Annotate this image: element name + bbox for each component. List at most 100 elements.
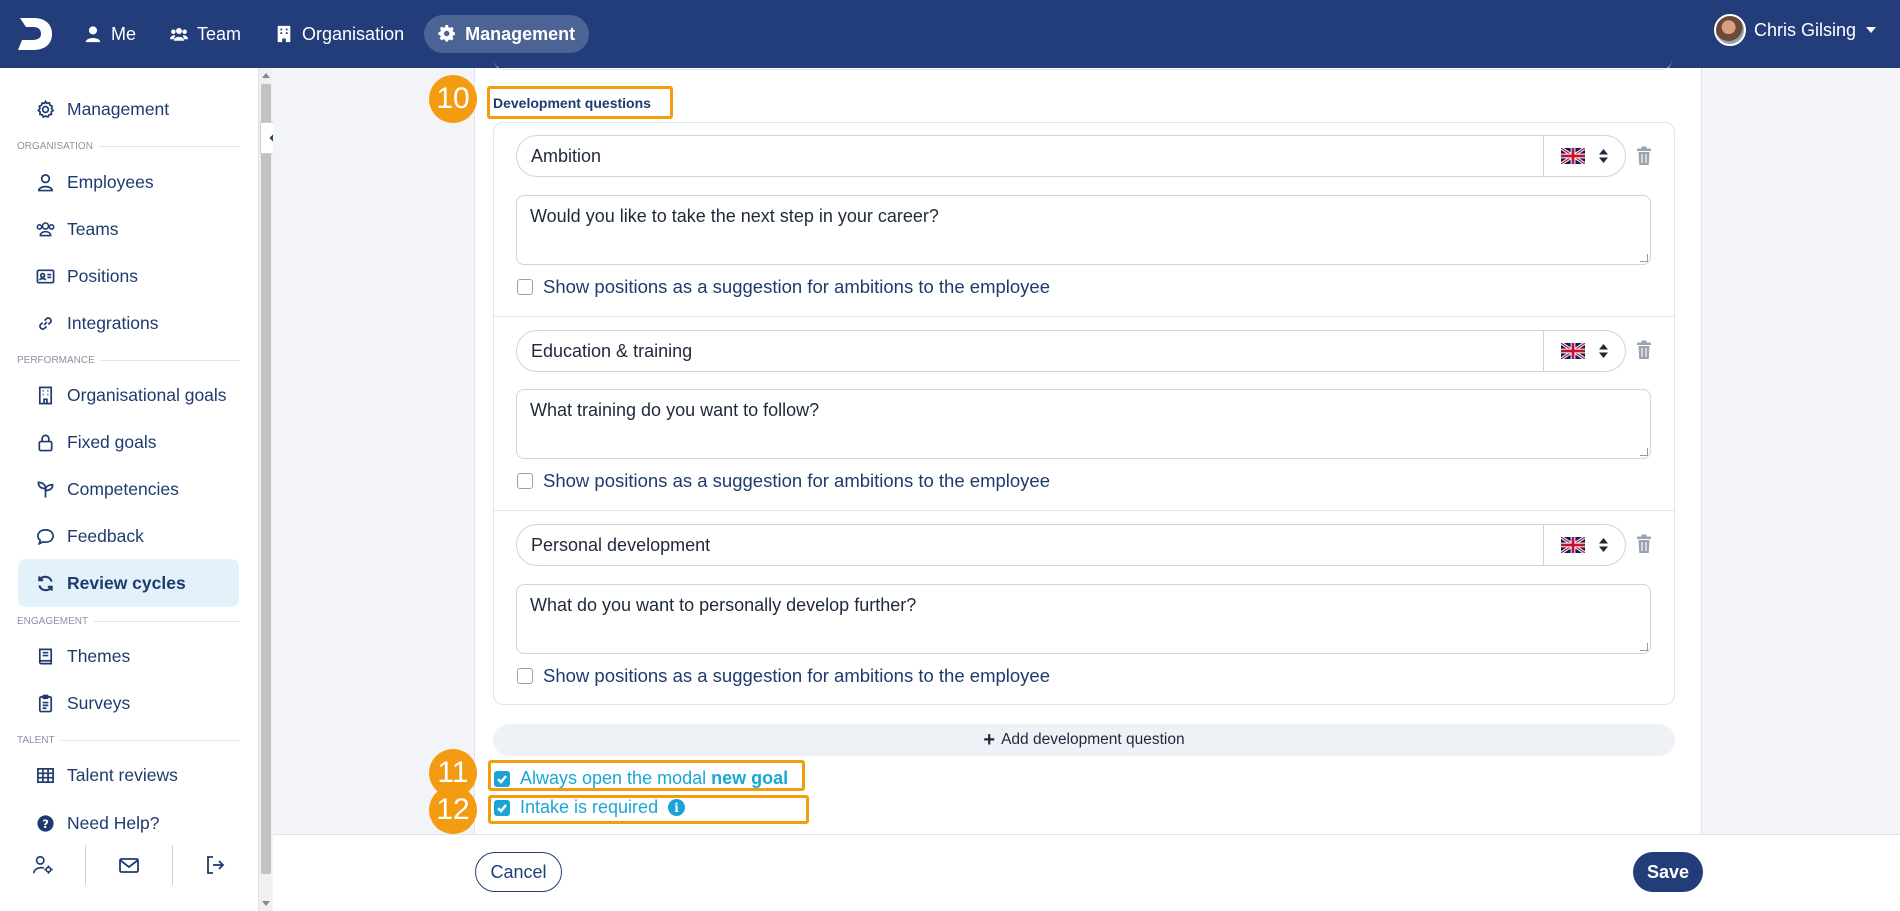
user-icon xyxy=(37,173,54,191)
show-positions-label: Show positions as a suggestion for ambit… xyxy=(543,276,1050,297)
show-positions-checkbox[interactable] xyxy=(517,473,533,489)
messages-button[interactable] xyxy=(86,845,173,885)
sidebar-item-positions[interactable]: Positions xyxy=(18,252,239,300)
user-settings-button[interactable] xyxy=(0,845,87,885)
user-menu[interactable]: Chris Gilsing xyxy=(1713,14,1876,46)
svg-text:?: ? xyxy=(42,816,49,830)
clipboard-icon xyxy=(38,694,53,712)
sidebar-item-talent-reviews[interactable]: Talent reviews xyxy=(18,751,239,799)
sidebar-item-integrations[interactable]: Integrations xyxy=(18,299,239,347)
uk-flag-icon xyxy=(1561,343,1585,359)
intake-required-checkbox[interactable] xyxy=(494,799,510,816)
sidebar-item-surveys[interactable]: Surveys xyxy=(18,679,239,727)
show-positions-option[interactable]: Show positions as a suggestion for ambit… xyxy=(517,470,1050,492)
trash-icon[interactable] xyxy=(1636,146,1652,166)
sidebar: Management ORGANISATION Employees Teams … xyxy=(0,68,258,911)
section-organisation: ORGANISATION xyxy=(17,141,240,152)
app-logo[interactable] xyxy=(16,14,54,54)
logout-button[interactable] xyxy=(173,845,258,885)
cancel-button[interactable]: Cancel xyxy=(475,852,562,892)
question-title-field[interactable]: Ambition xyxy=(516,135,1626,177)
nav-organisation[interactable]: Organisation xyxy=(261,15,418,53)
intake-required-option[interactable]: Intake is required i xyxy=(494,797,686,818)
question-title-value: Ambition xyxy=(531,145,602,166)
sidebar-item-label: Surveys xyxy=(67,692,131,713)
language-select[interactable] xyxy=(1543,525,1625,565)
nav-management[interactable]: Management xyxy=(424,15,590,53)
question-text-area[interactable]: What training do you want to follow? xyxy=(516,389,1651,459)
add-question-label: Add development question xyxy=(1001,731,1185,748)
show-positions-option[interactable]: Show positions as a suggestion for ambit… xyxy=(517,665,1050,687)
previous-section-edge xyxy=(494,58,1672,70)
always-open-modal-label-text: Always open the modal xyxy=(520,768,712,788)
question-text-area[interactable]: What do you want to personally develop f… xyxy=(516,584,1651,654)
question-title-field[interactable]: Education & training xyxy=(516,330,1626,372)
trash-icon[interactable] xyxy=(1636,534,1652,554)
resize-handle[interactable] xyxy=(1640,643,1648,651)
show-positions-label: Show positions as a suggestion for ambit… xyxy=(543,470,1050,491)
section-engagement: ENGAGEMENT xyxy=(17,616,240,627)
resize-handle[interactable] xyxy=(1640,448,1648,456)
logout-icon xyxy=(207,856,225,874)
sidebar-item-label: Positions xyxy=(67,265,139,286)
sidebar-item-review-cycles[interactable]: Review cycles xyxy=(18,559,239,607)
link-icon xyxy=(39,316,52,330)
info-icon[interactable]: i xyxy=(668,799,686,816)
nav-team[interactable]: Team xyxy=(156,15,255,53)
user-cog-icon xyxy=(32,855,53,874)
nav-me[interactable]: Me xyxy=(70,15,150,53)
sidebar-item-employees[interactable]: Employees xyxy=(18,158,239,206)
sidebar-item-competencies[interactable]: Competencies xyxy=(18,465,239,513)
users-icon xyxy=(170,28,189,41)
help-icon: ? xyxy=(37,814,54,832)
divider xyxy=(494,316,1674,317)
sidebar-scrollbar[interactable] xyxy=(258,68,272,911)
language-select[interactable] xyxy=(1543,136,1625,176)
question-text-value: What do you want to personally develop f… xyxy=(530,595,917,615)
divider xyxy=(494,510,1674,511)
checkmark-icon xyxy=(497,803,507,813)
show-positions-checkbox[interactable] xyxy=(517,279,533,295)
sidebar-item-label: Need Help? xyxy=(67,812,160,833)
sidebar-item-management[interactable]: Management xyxy=(18,85,239,133)
nav-management-label: Management xyxy=(465,23,576,44)
building-icon xyxy=(38,386,53,404)
sidebar-item-label: Competencies xyxy=(67,478,179,499)
always-open-modal-label: Always open the modal new goal xyxy=(520,768,788,789)
always-open-modal-checkbox[interactable] xyxy=(494,770,510,787)
show-positions-option[interactable]: Show positions as a suggestion for ambit… xyxy=(517,276,1050,298)
grid-icon xyxy=(37,767,54,783)
sort-arrows-icon xyxy=(1599,149,1608,163)
sidebar-item-fixed-goals[interactable]: Fixed goals xyxy=(18,418,239,466)
scrollbar-thumb[interactable] xyxy=(261,84,271,874)
sidebar-item-organisational-goals[interactable]: Organisational goals xyxy=(18,371,239,419)
trash-icon[interactable] xyxy=(1636,340,1652,360)
sidebar-item-label: Teams xyxy=(67,218,119,239)
question-title-value: Education & training xyxy=(531,340,693,361)
always-open-modal-label-bold: new goal xyxy=(711,768,789,788)
sidebar-item-label: Feedback xyxy=(67,525,144,546)
add-development-question-button[interactable]: + Add development question xyxy=(493,724,1675,756)
sidebar-item-label: Employees xyxy=(67,171,154,192)
show-positions-checkbox[interactable] xyxy=(517,668,533,684)
nav-me-label: Me xyxy=(111,23,137,44)
language-select[interactable] xyxy=(1543,331,1625,371)
question-text-value: What training do you want to follow? xyxy=(530,400,820,420)
step-badge-10: 10 xyxy=(429,75,477,123)
avatar xyxy=(1713,14,1746,46)
seedling-icon xyxy=(37,481,54,498)
sidebar-item-label: Organisational goals xyxy=(67,384,227,405)
sidebar-item-teams[interactable]: Teams xyxy=(18,205,239,253)
section-performance: PERFORMANCE xyxy=(17,355,240,366)
sidebar-item-themes[interactable]: Themes xyxy=(18,632,239,680)
scroll-up-arrow[interactable] xyxy=(262,73,270,78)
chevron-down-icon xyxy=(1866,27,1876,33)
sidebar-item-feedback[interactable]: Feedback xyxy=(18,512,239,560)
resize-handle[interactable] xyxy=(1640,254,1648,262)
question-title-field[interactable]: Personal development xyxy=(516,524,1626,566)
always-open-modal-option[interactable]: Always open the modal new goal xyxy=(494,768,788,789)
scroll-down-arrow[interactable] xyxy=(262,901,270,906)
save-button[interactable]: Save xyxy=(1633,852,1703,892)
question-title-value: Personal development xyxy=(531,534,711,555)
question-text-area[interactable]: Would you like to take the next step in … xyxy=(516,195,1651,265)
